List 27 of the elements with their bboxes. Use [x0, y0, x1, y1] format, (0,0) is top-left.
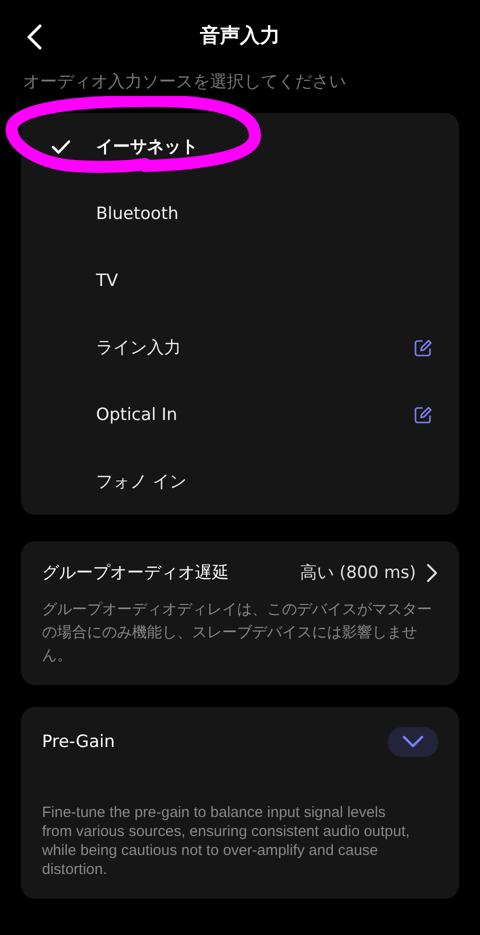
source-item[interactable]: Bluetooth	[21, 180, 459, 247]
source-label: ライン入力	[96, 337, 182, 359]
pregain-title: Pre-Gain	[42, 732, 116, 752]
instruction-text: オーディオ入力ソースを選択してください	[23, 71, 347, 93]
latency-title: グループオーディオ遅延	[42, 562, 230, 584]
checkmark-icon	[51, 138, 71, 154]
source-label: Optical In	[96, 404, 178, 424]
latency-card[interactable]: グループオーディオ遅延 高い (800 ms) グループオーディオディレイは、このデバイスがマスターの場合にのみ機能し、スレーブデバイスには影響しません。	[21, 541, 459, 685]
source-item[interactable]: フォノ イン	[21, 448, 459, 515]
source-item[interactable]: TV	[21, 247, 459, 314]
source-label: フォノ イン	[96, 471, 188, 493]
source-label: Bluetooth	[96, 204, 180, 224]
chevron-right-icon	[426, 562, 438, 582]
page-title: 音声入力	[199, 22, 281, 48]
source-label: TV	[96, 270, 120, 290]
source-item[interactable]: ライン入力	[21, 314, 459, 381]
edit-icon[interactable]	[413, 338, 433, 358]
latency-description: グループオーディオディレイは、このデバイスがマスターの場合にのみ機能し、スレーブデバイスには影響しません。	[42, 599, 433, 666]
edit-icon[interactable]	[413, 404, 433, 424]
source-item[interactable]: Optical In	[21, 381, 459, 448]
source-label: イーサネット	[96, 136, 199, 158]
source-item[interactable]: イーサネット	[21, 113, 459, 180]
back-icon	[25, 24, 43, 50]
expand-button[interactable]	[388, 727, 438, 757]
pregain-description: Fine-tune the pre-gain to balance input signal levels from various sources, ensuring consistent audio output, while being cautious not to over-amplify and cause distortion.	[42, 803, 411, 879]
latency-value: 高い (800 ms)	[300, 562, 416, 584]
chevron-down-icon	[402, 735, 424, 749]
